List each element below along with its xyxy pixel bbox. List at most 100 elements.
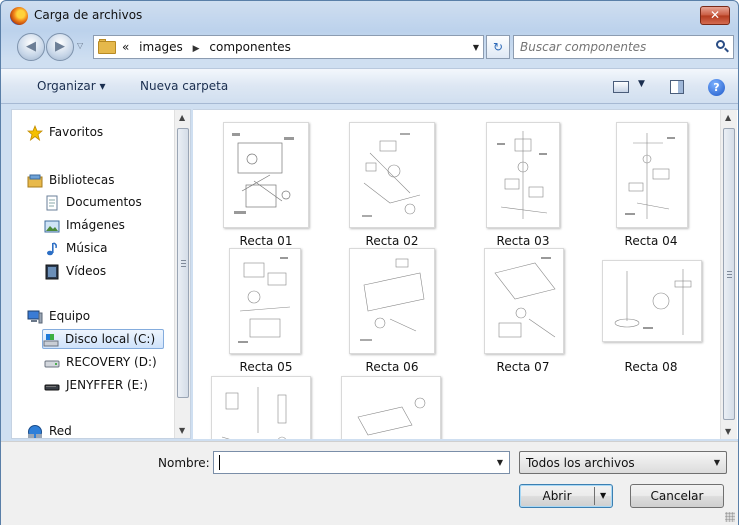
nav-network[interactable]: Red <box>27 422 167 438</box>
file-thumbnail <box>211 376 311 439</box>
file-type-select[interactable]: Todos los archivos ▼ <box>519 451 727 474</box>
pictures-icon <box>44 220 60 233</box>
nav-drive-c[interactable]: Disco local (C:) <box>42 329 164 349</box>
files-scrollbar[interactable]: ▲ ▼ <box>720 110 737 439</box>
firefox-icon <box>10 7 28 25</box>
file-item-recta-07[interactable]: Recta 07 <box>464 244 582 374</box>
file-thumbnail <box>484 248 564 354</box>
file-thumbnail <box>486 122 560 228</box>
file-thumbnail <box>341 376 441 439</box>
file-name: Recta 07 <box>496 360 550 374</box>
breadcrumb: « images ▶ componentes <box>122 40 297 54</box>
navigation-pane: Favoritos Bibliotecas Documentos Imágene… <box>11 109 191 439</box>
filename-dropdown-icon[interactable]: ▼ <box>497 458 503 467</box>
chevron-right-icon[interactable]: ▶ <box>193 44 200 54</box>
address-dropdown-icon[interactable]: ▼ <box>473 43 479 52</box>
file-item-partial-2[interactable] <box>333 372 451 439</box>
nav-drive-d[interactable]: RECOVERY (D:) <box>44 353 174 373</box>
file-item-recta-01[interactable]: Recta 01 <box>207 118 325 248</box>
search-box[interactable] <box>513 35 734 59</box>
file-thumbnail <box>349 248 435 354</box>
new-folder-button[interactable]: Nueva carpeta <box>140 79 228 93</box>
close-button[interactable]: ✕ <box>700 6 730 25</box>
file-item-recta-06[interactable]: Recta 06 <box>333 244 451 374</box>
resize-grip[interactable] <box>725 512 735 522</box>
address-bar[interactable]: « images ▶ componentes ▼ <box>93 35 484 59</box>
file-thumbnail <box>223 122 309 228</box>
library-icon <box>27 174 43 188</box>
nav-music[interactable]: Música <box>44 239 174 259</box>
nav-scrollbar[interactable]: ▲ ▼ <box>174 110 190 438</box>
nav-videos[interactable]: Vídeos <box>44 262 174 282</box>
filename-label: Nombre: <box>158 456 210 470</box>
file-thumbnail <box>602 260 702 342</box>
organize-button[interactable]: Organizar ▾ <box>37 79 106 93</box>
folder-icon <box>98 39 116 54</box>
nav-label: Música <box>66 241 108 255</box>
file-item-partial-1[interactable] <box>207 372 325 439</box>
dialog-footer: Nombre: ▼ Todos los archivos ▼ Abrir ▼ C… <box>1 441 738 525</box>
forward-button[interactable]: ▶ <box>46 33 74 61</box>
video-icon <box>45 264 59 280</box>
star-icon <box>27 125 43 141</box>
nav-label: RECOVERY (D:) <box>66 355 157 369</box>
refresh-button[interactable]: ↻ <box>486 35 510 59</box>
open-options-dropdown-icon[interactable]: ▼ <box>600 485 606 507</box>
document-icon <box>46 195 58 211</box>
file-item-recta-02[interactable]: Recta 02 <box>333 118 451 248</box>
nav-label: Favoritos <box>49 125 104 139</box>
back-button[interactable]: ◀ <box>17 33 45 61</box>
drive-icon <box>44 360 60 368</box>
breadcrumb-overflow[interactable]: « <box>122 40 129 54</box>
file-item-recta-08[interactable]: Recta 08 <box>592 244 710 374</box>
open-button-label: Abrir <box>542 489 572 503</box>
address-row: ◀ ▶ ▽ « images ▶ componentes ▼ ↻ <box>1 31 738 63</box>
nav-label: Documentos <box>66 195 142 209</box>
search-input[interactable] <box>520 39 700 55</box>
search-icon[interactable] <box>716 40 729 53</box>
scroll-up-icon[interactable]: ▲ <box>179 113 185 122</box>
nav-label: Red <box>49 424 72 438</box>
nav-scrollbar-thumb[interactable] <box>177 128 189 398</box>
file-type-value: Todos los archivos <box>526 456 635 470</box>
command-bar: Organizar ▾ Nueva carpeta ▼ ? <box>1 68 738 104</box>
file-item-recta-04[interactable]: Recta 04 <box>592 118 710 248</box>
nav-label: Equipo <box>49 309 91 323</box>
open-button[interactable]: Abrir ▼ <box>519 484 613 508</box>
files-scrollbar-thumb[interactable] <box>723 128 735 420</box>
nav-images[interactable]: Imágenes <box>44 216 174 236</box>
cancel-button[interactable]: Cancelar <box>630 484 724 508</box>
file-thumbnail <box>349 122 435 228</box>
nav-computer[interactable]: Equipo <box>27 307 167 327</box>
preview-pane-icon[interactable] <box>670 80 684 94</box>
nav-favorites[interactable]: Favoritos <box>27 123 167 143</box>
view-options-dropdown[interactable]: ▼ <box>638 79 645 89</box>
file-list: Recta 01 Recta 02 Recta 03 Recta 04 Rect… <box>193 109 738 439</box>
nav-label: Disco local (C:) <box>65 332 156 346</box>
nav-drive-e[interactable]: JENYFFER (E:) <box>44 376 174 396</box>
breadcrumb-images[interactable]: images <box>139 40 183 54</box>
filename-input[interactable] <box>218 454 488 471</box>
drive-icon <box>43 334 59 347</box>
breadcrumb-componentes[interactable]: componentes <box>209 40 291 54</box>
scroll-up-icon[interactable]: ▲ <box>725 113 731 122</box>
title-bar: Carga de archivos ✕ <box>1 1 738 31</box>
recent-locations-dropdown[interactable]: ▽ <box>77 41 83 50</box>
usb-drive-icon <box>44 384 60 391</box>
scroll-down-icon[interactable]: ▼ <box>725 427 731 436</box>
file-dialog-window: Carga de archivos ✕ ◀ ▶ ▽ « images ▶ com… <box>0 0 739 525</box>
help-icon[interactable]: ? <box>708 79 725 96</box>
nav-libraries[interactable]: Bibliotecas <box>27 171 167 191</box>
file-name: Recta 08 <box>624 360 678 374</box>
change-view-icon[interactable] <box>613 81 629 93</box>
file-item-recta-05[interactable]: Recta 05 <box>207 244 325 374</box>
computer-icon <box>27 310 43 324</box>
nav-label: JENYFFER (E:) <box>66 378 148 392</box>
nav-label: Bibliotecas <box>49 173 115 187</box>
filename-field[interactable]: ▼ <box>213 451 510 474</box>
scroll-down-icon[interactable]: ▼ <box>179 426 185 435</box>
file-item-recta-03[interactable]: Recta 03 <box>464 118 582 248</box>
nav-documents[interactable]: Documentos <box>44 193 174 213</box>
chevron-down-icon[interactable]: ▼ <box>714 458 720 467</box>
music-icon <box>47 242 57 256</box>
